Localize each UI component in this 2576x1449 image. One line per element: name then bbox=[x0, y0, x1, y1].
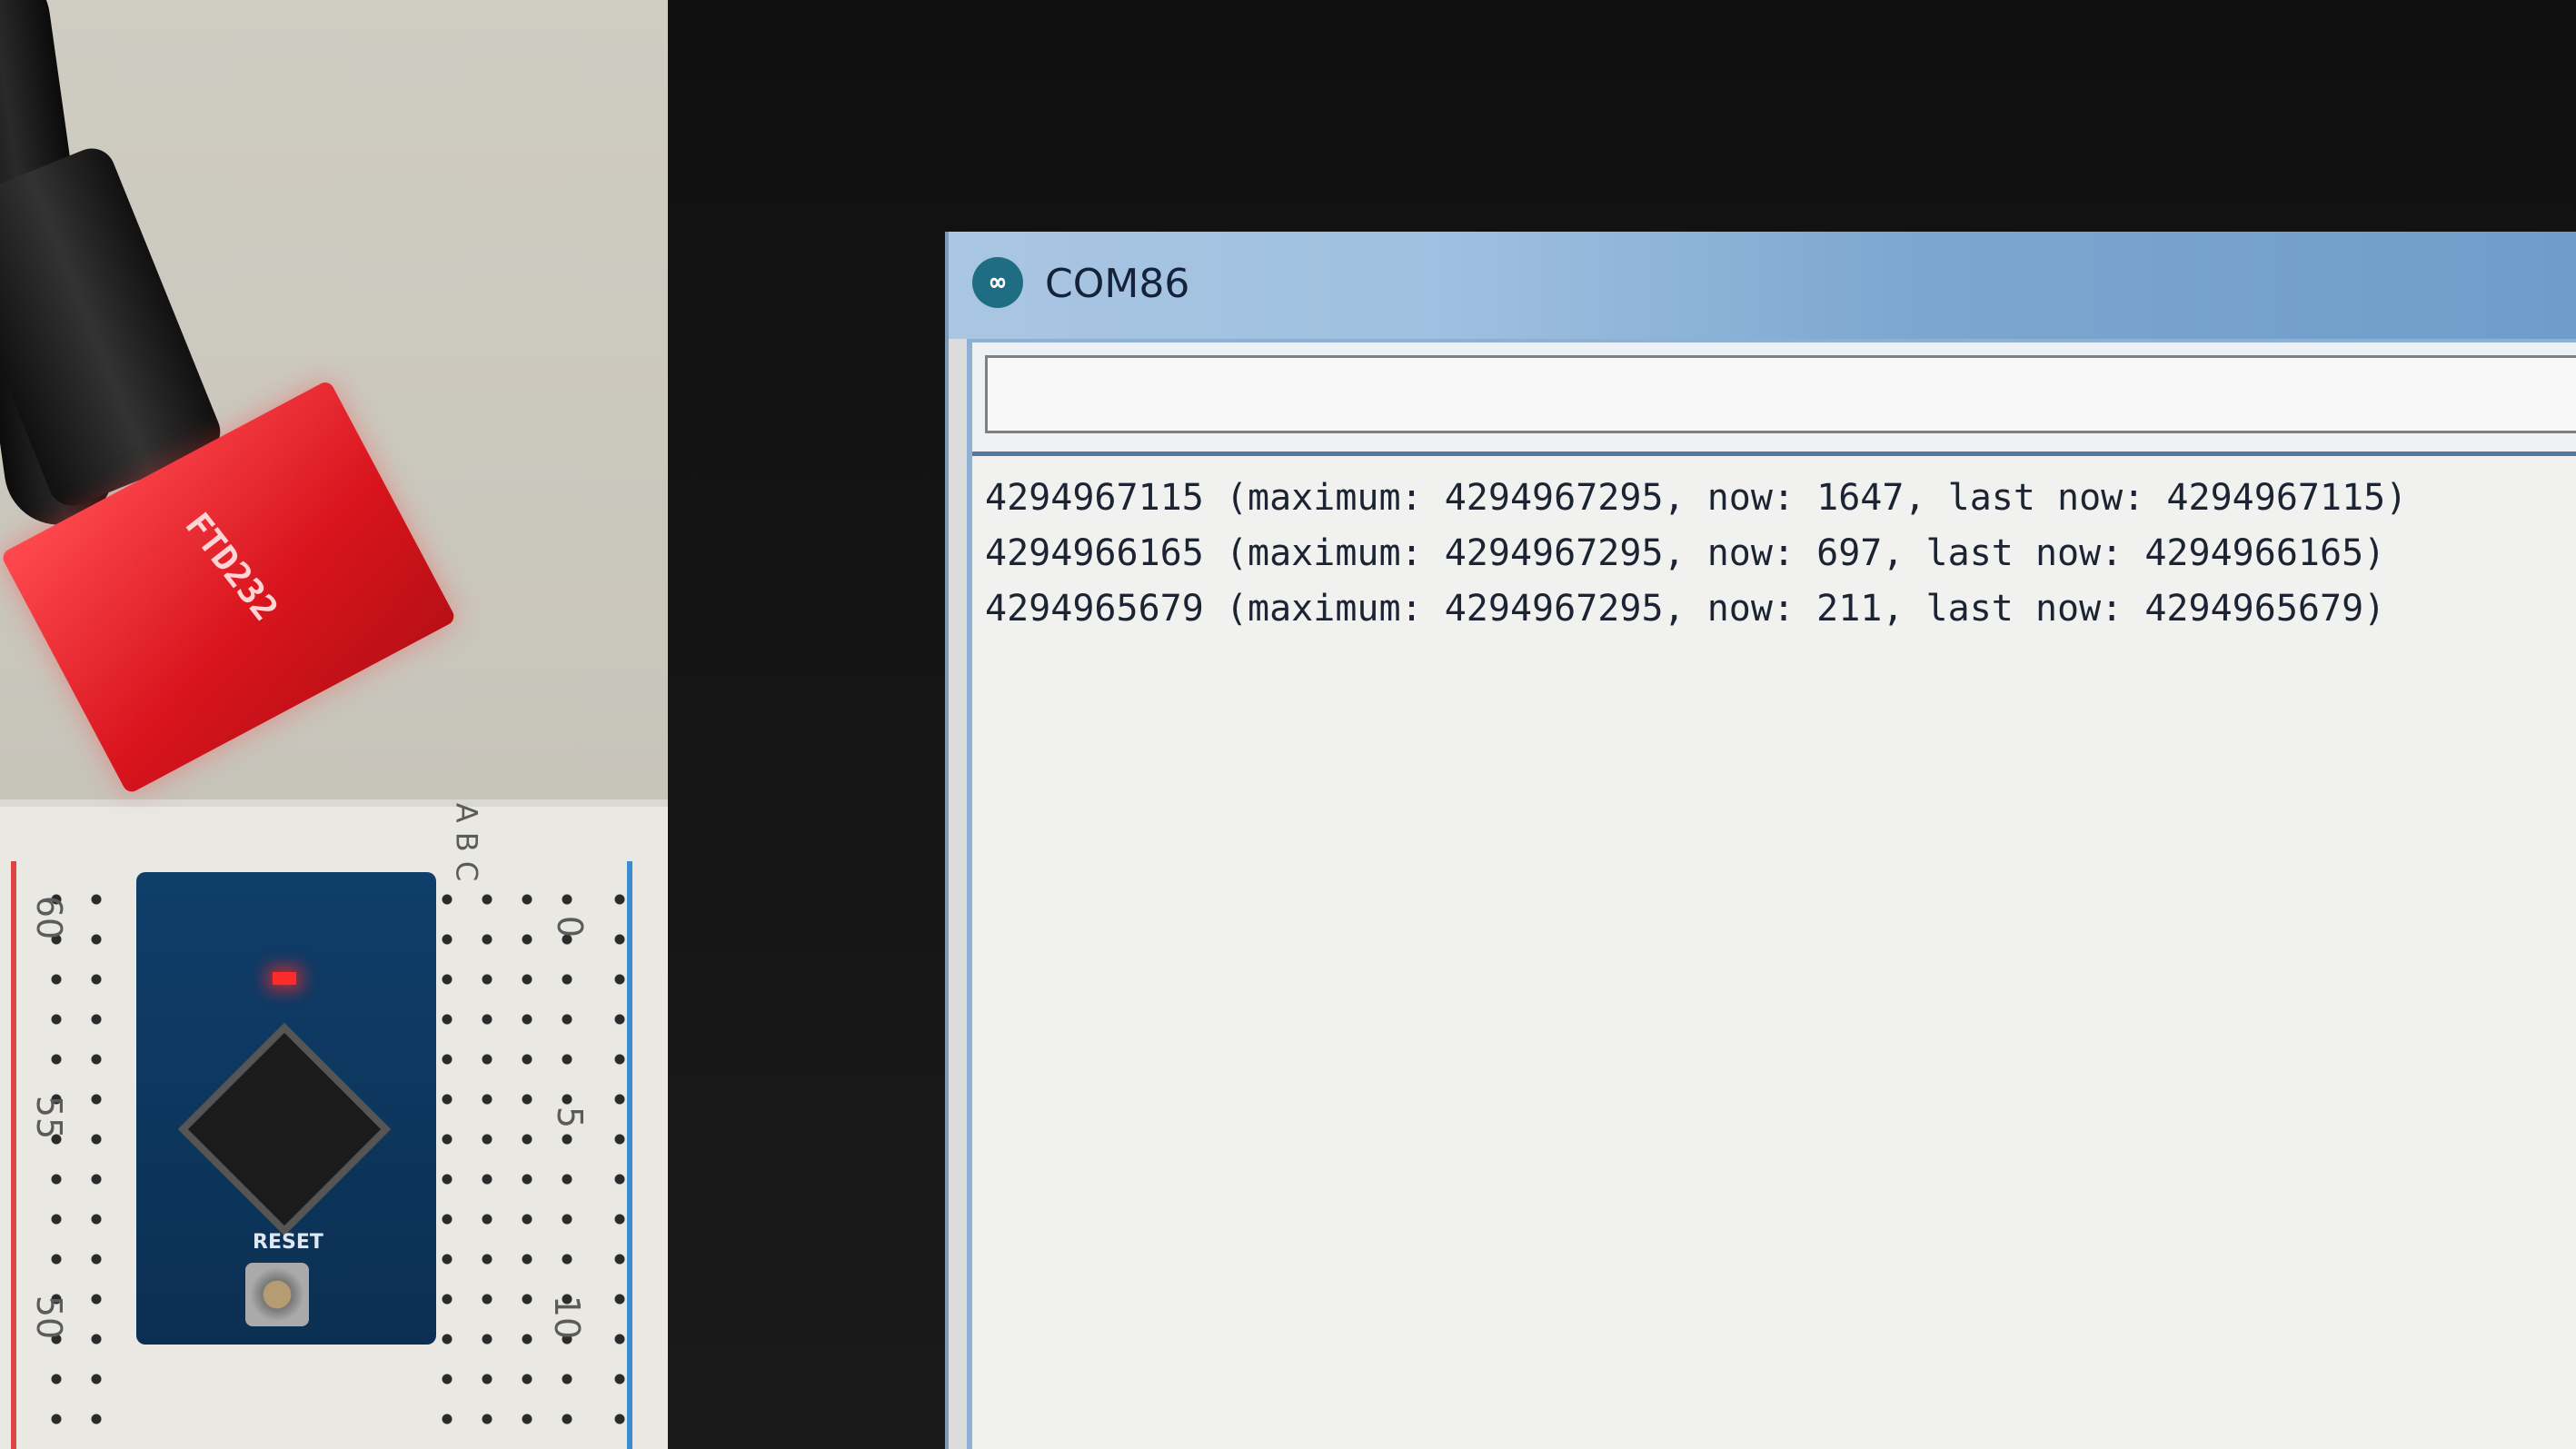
ftdi-label: FTD232 bbox=[177, 505, 286, 629]
serial-output-line: 4294965679 (maximum: 4294967295, now: 21… bbox=[985, 588, 2386, 630]
power-led bbox=[273, 972, 296, 985]
reset-button bbox=[245, 1263, 309, 1326]
breadboard-col-number: 0 bbox=[550, 915, 591, 938]
breadboard-col-number: 5 bbox=[550, 1106, 591, 1129]
serial-send-input[interactable] bbox=[985, 355, 2576, 433]
breadboard-row-number: 55 bbox=[29, 1095, 70, 1140]
serial-output-area[interactable]: 4294967115 (maximum: 4294967295, now: 16… bbox=[972, 452, 2576, 1449]
serial-output-line: 4294966165 (maximum: 4294967295, now: 69… bbox=[985, 532, 2386, 574]
reset-label: RESET bbox=[253, 1231, 323, 1254]
serial-monitor-titlebar[interactable]: ∞ COM86 bbox=[949, 232, 2576, 339]
breadboard-rail-red bbox=[11, 861, 16, 1449]
microcontroller-chip bbox=[177, 1022, 392, 1236]
breadboard-holes-main bbox=[427, 879, 572, 1443]
breadboard-holes-left bbox=[36, 879, 118, 1443]
breadboard-row-number: 50 bbox=[29, 1295, 70, 1340]
arduino-pro-mini-board: RESET bbox=[136, 872, 436, 1345]
breadboard-col-letters: A B C bbox=[449, 802, 484, 882]
breadboard-rail-blue bbox=[627, 861, 632, 1449]
breadboard-row-number: 60 bbox=[29, 895, 70, 940]
photo-scene: 60 55 50 0 5 10 A B C FTD232 RESET ∞ COM… bbox=[0, 0, 2576, 1449]
breadboard-col-number: 10 bbox=[547, 1295, 588, 1340]
serial-output-line: 4294967115 (maximum: 4294967295, now: 16… bbox=[985, 477, 2408, 519]
serial-monitor-client: 4294967115 (maximum: 4294967295, now: 16… bbox=[967, 339, 2576, 1449]
window-title: COM86 bbox=[1045, 261, 1190, 307]
monitor-screen: ∞ COM86 4294967115 (maximum: 4294967295,… bbox=[945, 232, 2576, 1449]
arduino-infinity-icon: ∞ bbox=[972, 257, 1023, 308]
